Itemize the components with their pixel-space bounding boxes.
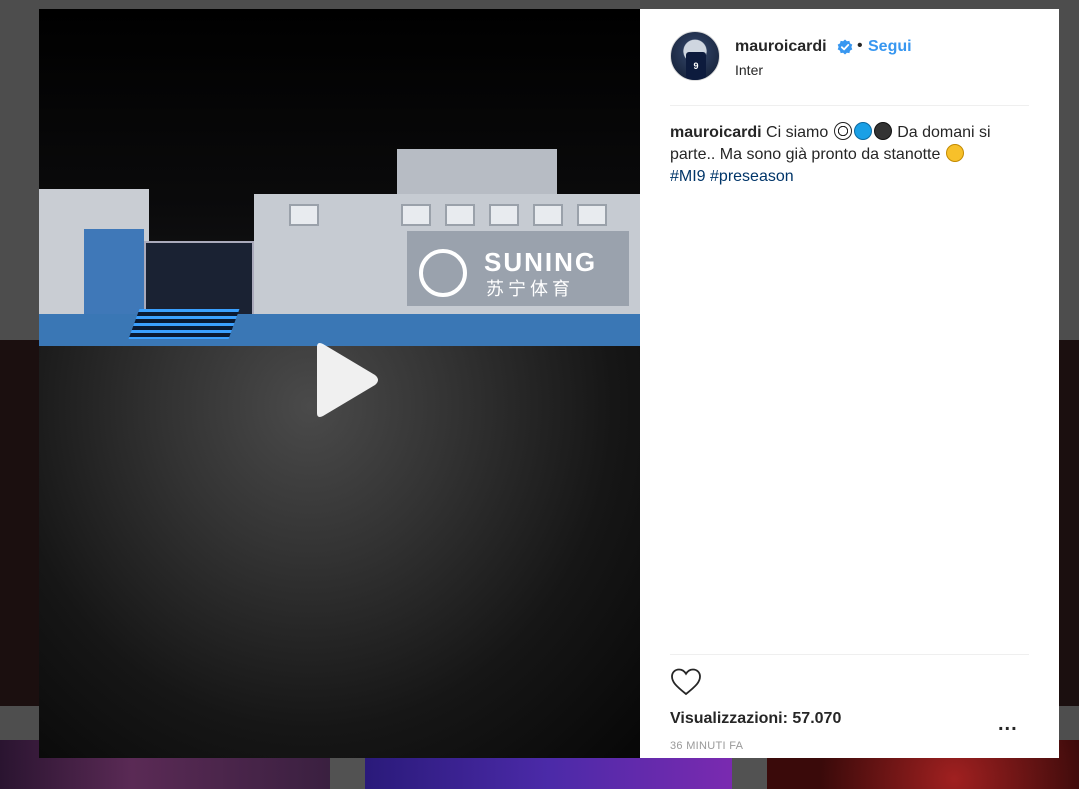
separator-dot: • — [857, 37, 863, 54]
video-window — [577, 204, 607, 226]
post-caption: mauroicardi Ci siamo Da domani si parte.… — [670, 122, 1025, 188]
blue-circle-emoji-icon — [853, 122, 872, 140]
hashtag-link[interactable]: #preseason — [710, 168, 794, 185]
video-window — [533, 204, 563, 226]
video-window — [401, 204, 431, 226]
video-stairs — [128, 309, 240, 339]
black-circle-emoji-icon — [873, 122, 892, 140]
views-count[interactable]: Visualizzazioni: 57.070 — [670, 710, 841, 728]
video-building — [84, 229, 144, 324]
follow-button[interactable]: Segui — [868, 38, 912, 56]
avatar[interactable]: 9 — [670, 31, 720, 81]
post-sidebar: 9 mauroicardi • Segui Inter mauroicardi … — [640, 9, 1059, 758]
video-sign-text-cn: 苏宁体育 — [486, 279, 574, 299]
caption-text: Ci siamo — [766, 124, 829, 141]
post-modal: SUNING 苏宁体育 9 mauroicardi • Segui Inter … — [39, 9, 1059, 758]
video-window — [445, 204, 475, 226]
video-window — [489, 204, 519, 226]
inter-logo-icon — [419, 249, 467, 297]
location-link[interactable]: Inter — [735, 62, 763, 78]
post-timestamp: 36 MINUTI FA — [670, 740, 744, 752]
views-number: 57.070 — [792, 710, 842, 727]
hashtag-link[interactable]: #MI9 — [670, 168, 706, 185]
video-window — [289, 204, 319, 226]
play-icon — [317, 343, 378, 417]
views-label: Visualizzazioni: — [670, 710, 788, 727]
heart-icon[interactable] — [670, 667, 702, 697]
verified-badge-icon — [837, 39, 853, 55]
username-link[interactable]: mauroicardi — [735, 38, 827, 56]
avatar-jersey: 9 — [686, 52, 706, 80]
play-button[interactable] — [303, 339, 383, 421]
video-player[interactable]: SUNING 苏宁体育 — [39, 9, 640, 758]
post-header: 9 mauroicardi • Segui Inter — [670, 31, 1029, 106]
soccer-ball-emoji-icon — [833, 122, 852, 140]
laughing-emoji-icon — [945, 144, 964, 162]
video-sign-text: SUNING — [484, 247, 598, 277]
divider — [670, 654, 1029, 655]
more-options-icon[interactable]: ... — [998, 713, 1026, 737]
caption-username[interactable]: mauroicardi — [670, 124, 762, 141]
video-building — [397, 149, 557, 194]
